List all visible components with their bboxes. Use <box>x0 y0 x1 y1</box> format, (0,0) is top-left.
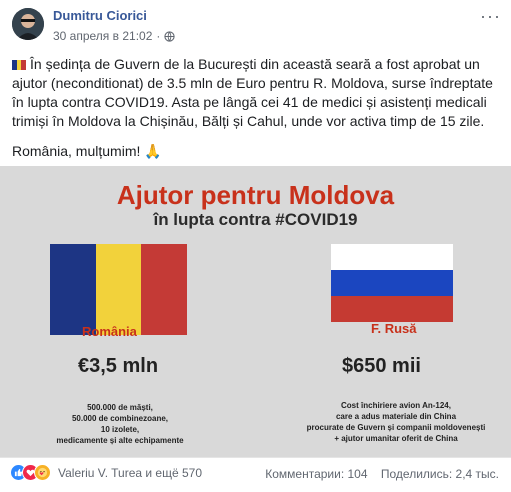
post-header: Dumitru Ciorici 30 апреля в 21:02 · ··· <box>0 0 511 48</box>
image-title: Ajutor pentru Moldova <box>116 180 395 210</box>
reactions-text[interactable]: Valeriu V. Turea и ещё 570 <box>58 466 202 480</box>
meta-separator: · <box>156 29 161 43</box>
right-note: Cost închiriere avion An-124, care a adu… <box>306 400 486 444</box>
post-paragraph-2: România, mulțumim! 🙏 <box>12 142 502 161</box>
left-note-line: 500.000 de măști, <box>87 403 153 412</box>
avatar-photo <box>12 8 44 40</box>
pray-emoji: 🙏 <box>144 143 162 159</box>
left-note-line: 10 izolete, <box>100 425 140 434</box>
globe-icon[interactable] <box>164 30 176 42</box>
romania-flag-emoji <box>12 60 26 70</box>
right-country-label: F. Rusă <box>371 321 417 336</box>
left-amount: €3,5 mln <box>78 355 159 377</box>
post-text: În ședința de Guvern de la București din… <box>12 55 502 161</box>
post-paragraph-1-text: În ședința de Guvern de la București din… <box>12 56 493 129</box>
russia-flag <box>331 244 453 322</box>
shares-count[interactable]: Поделились: 2,4 тыс. <box>381 467 499 481</box>
care-reaction-icon <box>34 464 51 481</box>
post-meta: 30 апреля в 21:02 · <box>53 29 176 43</box>
right-note-line: care a adus materiale din China <box>335 412 457 421</box>
post-paragraph-1: În ședința de Guvern de la București din… <box>12 55 502 131</box>
more-icon[interactable]: ··· <box>480 6 501 27</box>
author-name[interactable]: Dumitru Ciorici <box>53 8 147 23</box>
author-avatar[interactable] <box>12 8 44 40</box>
left-note-line: medicamente și alte echipamente <box>56 436 184 445</box>
left-note: 500.000 de măști, 50.000 de combinezoane… <box>40 402 200 446</box>
romania-flag <box>50 244 188 335</box>
right-amount: $650 mii <box>342 355 421 377</box>
post-paragraph-2-text: România, mulțumim! <box>12 143 141 159</box>
image-subtitle: în lupta contra #COVID19 <box>153 210 358 229</box>
right-note-line: + ajutor umanitar oferit de China <box>334 434 458 443</box>
post-stats: Комментарии: 104 Поделились: 2,4 тыс. <box>265 467 499 481</box>
post-timestamp[interactable]: 30 апреля в 21:02 <box>53 29 152 43</box>
reactions-summary[interactable]: Valeriu V. Turea и ещё 570 <box>10 464 202 481</box>
right-note-line: procurate de Guvern și companii moldoven… <box>306 423 486 432</box>
post-image[interactable]: Ajutor pentru Moldova în lupta contra #C… <box>0 166 511 457</box>
left-note-line: 50.000 de combinezoane, <box>71 414 169 423</box>
post-footer: Valeriu V. Turea и ещё 570 Комментарии: … <box>0 457 511 492</box>
right-note-line: Cost închiriere avion An-124, <box>341 401 451 410</box>
comments-count[interactable]: Комментарии: 104 <box>265 467 367 481</box>
left-country-label: România <box>82 324 137 339</box>
